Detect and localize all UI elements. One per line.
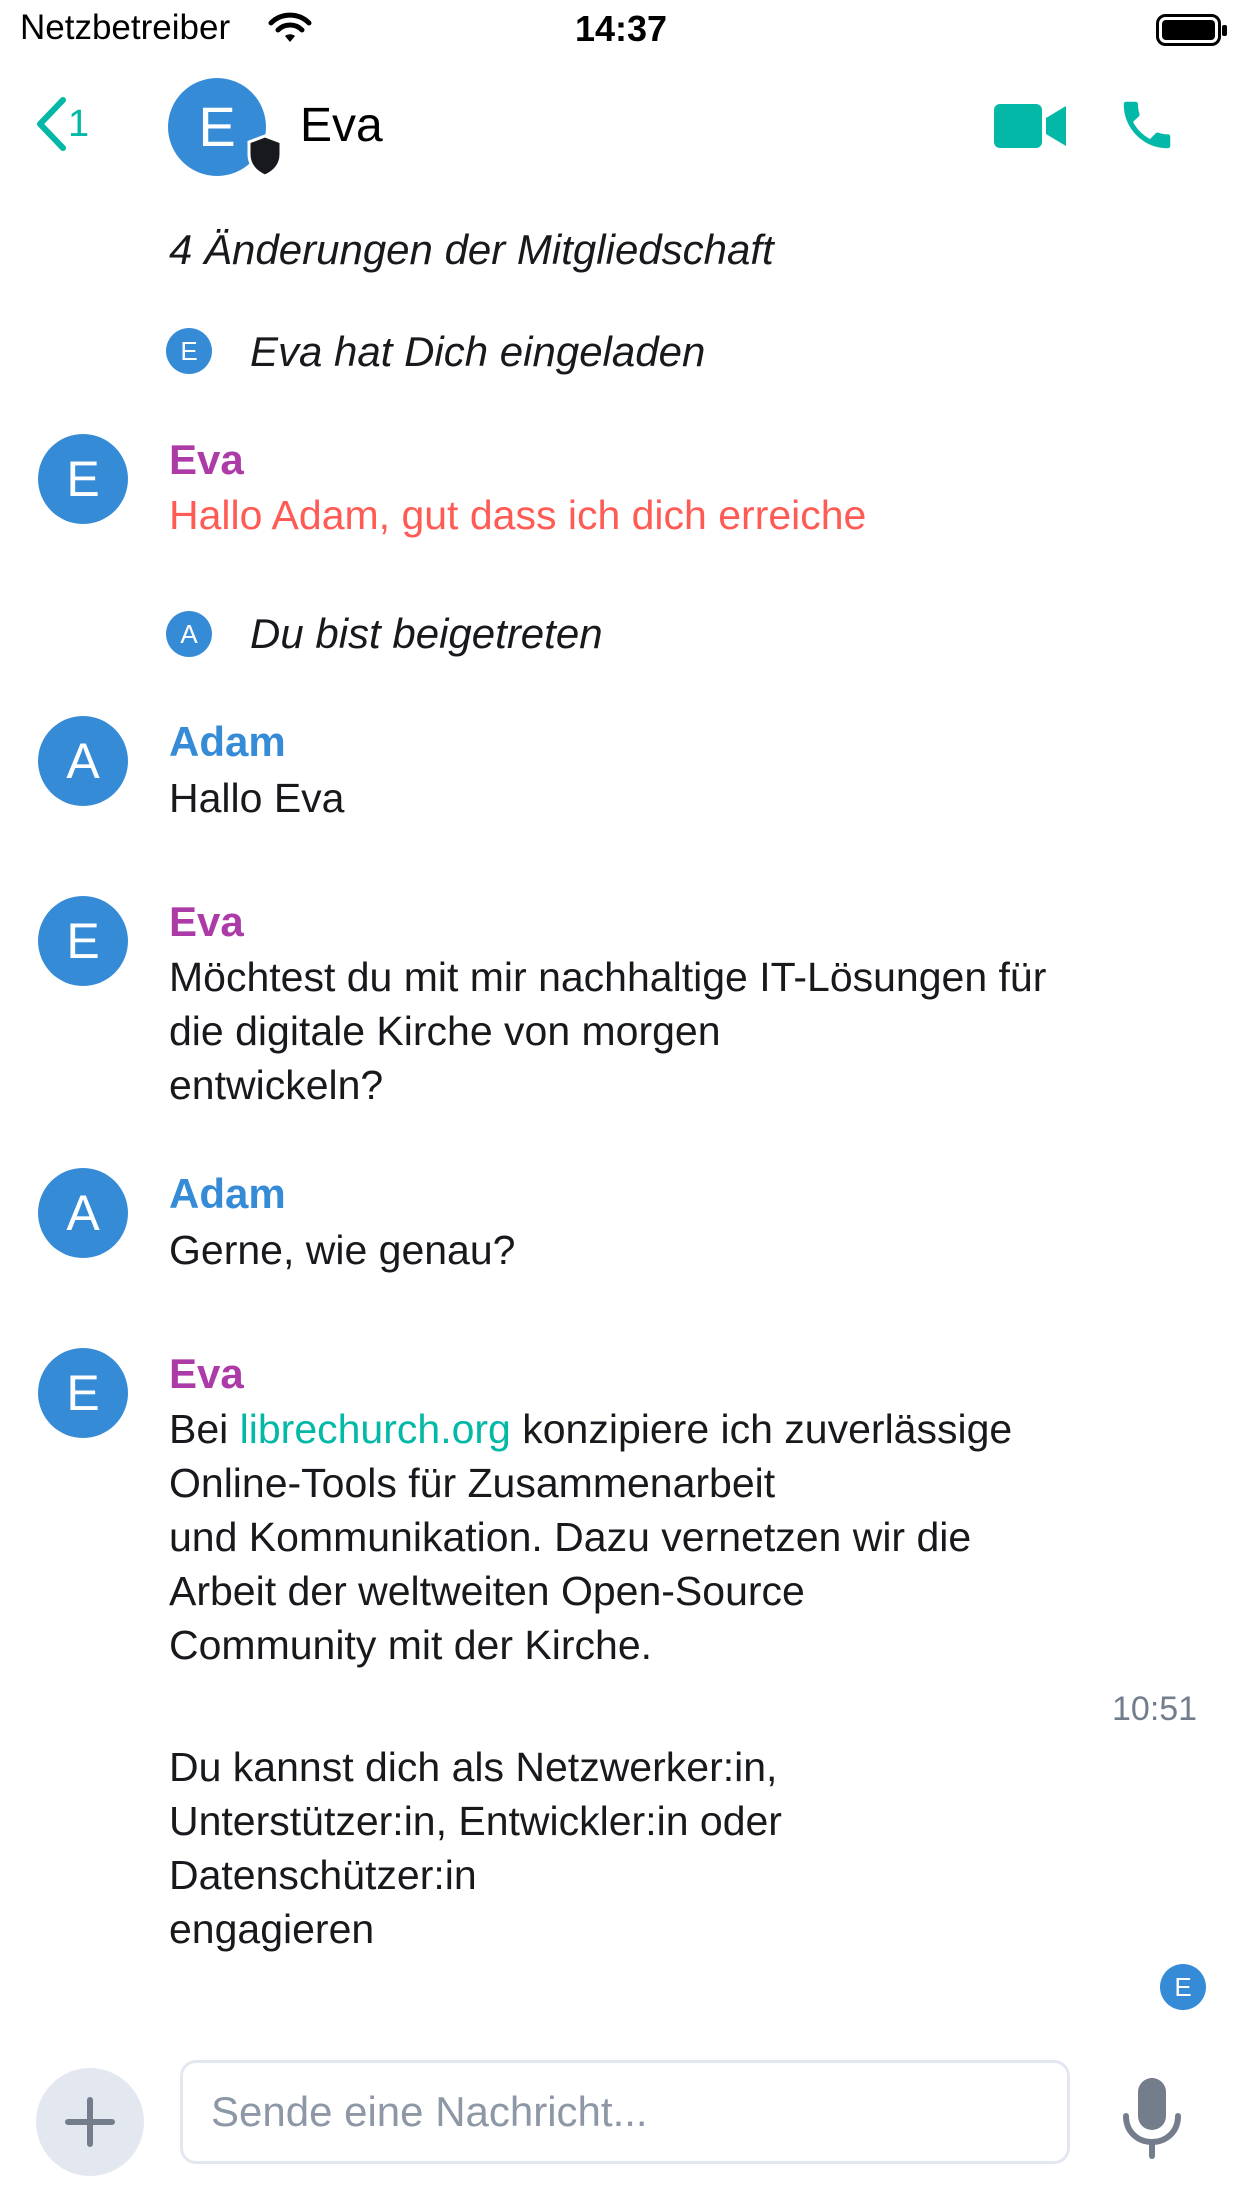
message-line: Datenschützer:in xyxy=(169,1852,477,1898)
back-button[interactable]: 1 xyxy=(34,96,89,152)
attach-button[interactable] xyxy=(36,2068,144,2176)
message-line: Community mit der Kirche. xyxy=(169,1622,653,1668)
sender-avatar-adam[interactable]: A xyxy=(38,716,128,806)
sender-avatar-adam[interactable]: A xyxy=(38,1168,128,1258)
message-timestamp: 10:51 xyxy=(1112,1690,1198,1728)
message-body[interactable]: Du kannst dich als Netzwerker:in, Unters… xyxy=(169,1740,782,1956)
join-event-text: Du bist beigetreten xyxy=(250,610,603,657)
message-line: Bei librechurch.org konzipiere ich zuver… xyxy=(169,1402,1012,1456)
room-name[interactable]: Eva xyxy=(300,98,383,153)
message-line: entwickeln? xyxy=(169,1062,384,1108)
invite-event-avatar: E xyxy=(166,328,212,374)
shield-icon xyxy=(247,134,283,178)
invite-event-text: Eva hat Dich eingeladen xyxy=(250,328,706,375)
message-link[interactable]: librechurch.org xyxy=(240,1406,511,1452)
sender-name-eva[interactable]: Eva xyxy=(169,436,244,484)
message-composer[interactable] xyxy=(180,2060,1070,2164)
sender-name-eva[interactable]: Eva xyxy=(169,898,244,946)
message-text[interactable]: Hallo Adam, gut dass ich dich erreiche xyxy=(169,488,866,542)
message-input[interactable] xyxy=(183,2063,1067,2161)
message-line: und Kommunikation. Dazu vernetzen wir di… xyxy=(169,1514,972,1560)
message-body[interactable]: Bei librechurch.org konzipiere ich zuver… xyxy=(169,1402,1012,1672)
membership-summary[interactable]: 4 Änderungen der Mitgliedschaft xyxy=(169,226,774,274)
message-line: Arbeit der weltweiten Open-Source xyxy=(169,1568,805,1614)
read-receipt-avatar[interactable]: E xyxy=(1160,1964,1206,2010)
sender-avatar-eva[interactable]: E xyxy=(38,896,128,986)
back-unread-count: 1 xyxy=(68,102,90,145)
text-fragment: konzipiere ich zuverlässige xyxy=(510,1406,1013,1452)
join-event-avatar: A xyxy=(166,611,212,657)
sender-name-eva[interactable]: Eva xyxy=(169,1350,244,1398)
text-fragment: Bei xyxy=(169,1406,240,1452)
message-line: engagieren xyxy=(169,1906,375,1952)
sender-avatar-eva[interactable]: E xyxy=(38,1348,128,1438)
message-line: Möchtest du mit mir nachhaltige IT-Lösun… xyxy=(169,954,1047,1000)
sender-name-adam[interactable]: Adam xyxy=(169,1170,286,1218)
video-call-icon[interactable] xyxy=(994,100,1066,152)
message-line: Du kannst dich als Netzwerker:in, xyxy=(169,1744,778,1790)
status-time: 14:37 xyxy=(574,8,668,49)
message-line: die digitale Kirche von morgen xyxy=(169,1008,721,1054)
sender-avatar-eva[interactable]: E xyxy=(38,434,128,524)
battery-icon xyxy=(1156,14,1227,46)
message-text[interactable]: Hallo Eva xyxy=(169,771,344,825)
plus-icon xyxy=(65,2097,115,2147)
message-text[interactable]: Gerne, wie genau? xyxy=(169,1223,515,1277)
message-body[interactable]: Möchtest du mit mir nachhaltige IT-Lösun… xyxy=(169,950,1046,1112)
microphone-icon[interactable] xyxy=(1118,2076,1186,2162)
message-line: Unterstützer:in, Entwickler:in oder xyxy=(169,1798,782,1844)
chevron-left-icon xyxy=(37,97,66,151)
sender-name-adam[interactable]: Adam xyxy=(169,718,286,766)
voice-call-icon[interactable] xyxy=(1116,94,1178,156)
message-line: Online-Tools für Zusammenarbeit xyxy=(169,1460,776,1506)
